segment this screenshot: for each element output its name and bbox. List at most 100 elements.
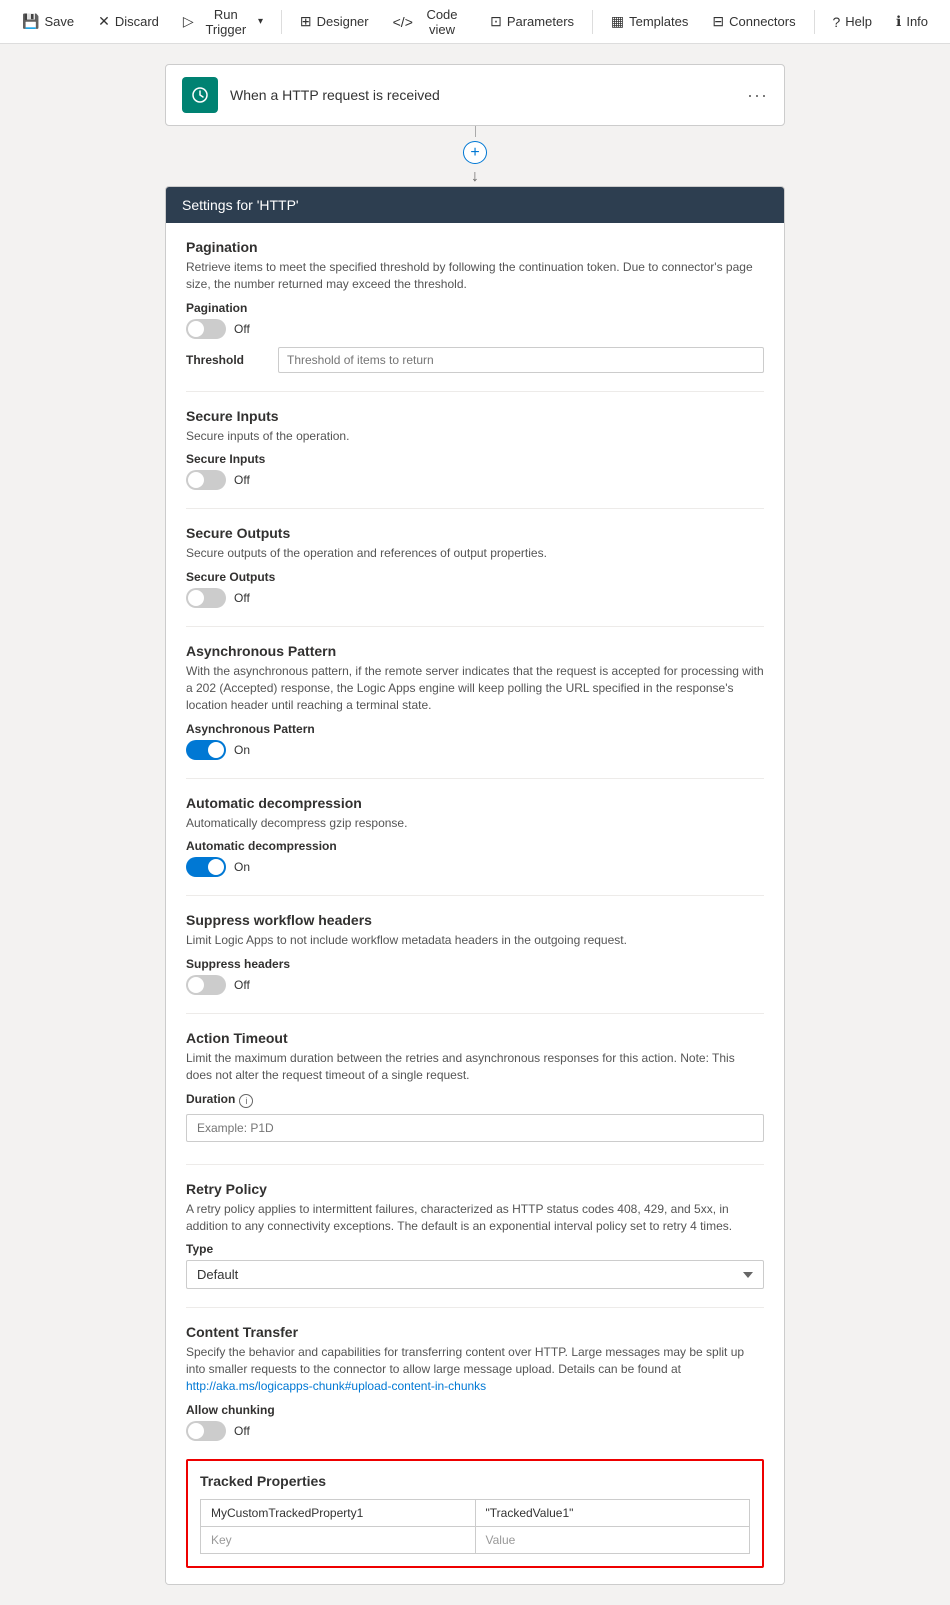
divider-2: [186, 508, 764, 509]
secure-inputs-toggle[interactable]: [186, 470, 226, 490]
info-button[interactable]: ℹ Info: [886, 7, 938, 36]
async-pattern-toggle-label: Asynchronous Pattern: [186, 722, 764, 736]
parameters-button[interactable]: ⊡ Parameters: [480, 7, 584, 36]
auto-decomp-toggle[interactable]: [186, 857, 226, 877]
save-button[interactable]: 💾 Save: [12, 7, 84, 36]
duration-info-icon[interactable]: i: [239, 1094, 253, 1108]
toolbar: 💾 Save ✕ Discard ▷ Run Trigger ▾ ⊞ Desig…: [0, 0, 950, 44]
add-step-button[interactable]: +: [463, 141, 487, 164]
code-view-button[interactable]: </> Code view: [383, 1, 476, 43]
tracked-properties-section: Tracked Properties MyCustomTrackedProper…: [186, 1459, 764, 1568]
auto-decomp-section: Automatic decompression Automatically de…: [186, 795, 764, 878]
chunking-toggle-state: Off: [234, 1424, 250, 1438]
run-trigger-button[interactable]: ▷ Run Trigger ▾: [173, 1, 273, 43]
retry-type-select[interactable]: Default None Fixed interval Exponential …: [186, 1260, 764, 1289]
chunking-toggle[interactable]: [186, 1421, 226, 1441]
async-pattern-toggle-state: On: [234, 743, 250, 757]
trigger-more-button[interactable]: ···: [747, 85, 768, 106]
content-transfer-link[interactable]: http://aka.ms/logicapps-chunk#upload-con…: [186, 1379, 486, 1393]
secure-outputs-desc: Secure outputs of the operation and refe…: [186, 545, 764, 562]
designer-button[interactable]: ⊞ Designer: [290, 7, 379, 36]
designer-icon: ⊞: [300, 13, 312, 30]
discard-button[interactable]: ✕ Discard: [88, 7, 169, 36]
run-icon: ▷: [183, 13, 194, 30]
connectors-button[interactable]: ⊟ Connectors: [702, 7, 805, 36]
secure-inputs-desc: Secure inputs of the operation.: [186, 428, 764, 445]
async-pattern-toggle-row: On: [186, 740, 764, 760]
divider-7: [186, 1164, 764, 1165]
divider-3: [186, 626, 764, 627]
help-icon: ?: [832, 14, 840, 30]
secure-inputs-toggle-state: Off: [234, 473, 250, 487]
suppress-headers-toggle-row: Off: [186, 975, 764, 995]
discard-icon: ✕: [98, 13, 110, 30]
suppress-headers-toggle[interactable]: [186, 975, 226, 995]
help-button[interactable]: ? Help: [822, 8, 882, 36]
settings-header: Settings for 'HTTP': [166, 187, 784, 223]
duration-input[interactable]: [186, 1114, 764, 1142]
templates-button[interactable]: ▦ Templates: [601, 7, 698, 36]
divider-6: [186, 1013, 764, 1014]
auto-decomp-toggle-label: Automatic decompression: [186, 839, 764, 853]
secure-inputs-section: Secure Inputs Secure inputs of the opera…: [186, 408, 764, 491]
settings-panel: Settings for 'HTTP' Pagination Retrieve …: [165, 186, 785, 1585]
separator-2: [592, 10, 593, 34]
canvas: When a HTTP request is received ··· + ↓ …: [0, 44, 950, 1605]
tracked-properties-title: Tracked Properties: [200, 1473, 750, 1489]
threshold-input[interactable]: [278, 347, 764, 373]
action-timeout-section: Action Timeout Limit the maximum duratio…: [186, 1030, 764, 1146]
info-icon: ℹ: [896, 13, 901, 30]
connectors-icon: ⊟: [712, 13, 724, 30]
trigger-title: When a HTTP request is received: [230, 87, 735, 103]
auto-decomp-desc: Automatically decompress gzip response.: [186, 815, 764, 832]
retry-policy-title: Retry Policy: [186, 1181, 764, 1197]
trigger-card: When a HTTP request is received ···: [165, 64, 785, 126]
tracked-value-2[interactable]: Value: [475, 1526, 750, 1553]
divider-8: [186, 1307, 764, 1308]
action-timeout-title: Action Timeout: [186, 1030, 764, 1046]
secure-outputs-toggle-row: Off: [186, 588, 764, 608]
secure-inputs-title: Secure Inputs: [186, 408, 764, 424]
pagination-toggle-state: Off: [234, 322, 250, 336]
threshold-row: Threshold: [186, 347, 764, 373]
auto-decomp-title: Automatic decompression: [186, 795, 764, 811]
parameters-icon: ⊡: [490, 13, 502, 30]
code-icon: </>: [393, 14, 413, 30]
tracked-value-1[interactable]: "TrackedValue1": [475, 1499, 750, 1526]
async-pattern-title: Asynchronous Pattern: [186, 643, 764, 659]
async-pattern-desc: With the asynchronous pattern, if the re…: [186, 663, 764, 713]
secure-outputs-toggle-label: Secure Outputs: [186, 570, 764, 584]
async-pattern-section: Asynchronous Pattern With the asynchrono…: [186, 643, 764, 759]
retry-policy-desc: A retry policy applies to intermittent f…: [186, 1201, 764, 1235]
duration-label: Duration: [186, 1092, 235, 1106]
suppress-headers-toggle-label: Suppress headers: [186, 957, 764, 971]
retry-type-label: Type: [186, 1242, 764, 1256]
secure-outputs-section: Secure Outputs Secure outputs of the ope…: [186, 525, 764, 608]
action-timeout-desc: Limit the maximum duration between the r…: [186, 1050, 764, 1084]
retry-policy-section: Retry Policy A retry policy applies to i…: [186, 1181, 764, 1290]
tracked-key-1[interactable]: MyCustomTrackedProperty1: [201, 1499, 476, 1526]
content-transfer-title: Content Transfer: [186, 1324, 764, 1340]
separator-3: [814, 10, 815, 34]
secure-inputs-toggle-row: Off: [186, 470, 764, 490]
divider-5: [186, 895, 764, 896]
threshold-label: Threshold: [186, 353, 266, 367]
async-pattern-toggle[interactable]: [186, 740, 226, 760]
secure-inputs-toggle-label: Secure Inputs: [186, 452, 764, 466]
auto-decomp-toggle-row: On: [186, 857, 764, 877]
pagination-toggle[interactable]: [186, 319, 226, 339]
save-icon: 💾: [22, 13, 39, 30]
templates-icon: ▦: [611, 13, 624, 30]
content-transfer-section: Content Transfer Specify the behavior an…: [186, 1324, 764, 1440]
suppress-headers-section: Suppress workflow headers Limit Logic Ap…: [186, 912, 764, 995]
divider-4: [186, 778, 764, 779]
run-trigger-chevron-icon: ▾: [258, 16, 263, 27]
chunking-toggle-row: Off: [186, 1421, 764, 1441]
arrow-down-icon: ↓: [471, 168, 479, 186]
connector-line: + ↓: [463, 126, 487, 186]
secure-outputs-toggle[interactable]: [186, 588, 226, 608]
divider-1: [186, 391, 764, 392]
trigger-icon: [182, 77, 218, 113]
secure-outputs-toggle-state: Off: [234, 591, 250, 605]
tracked-key-2[interactable]: Key: [201, 1526, 476, 1553]
